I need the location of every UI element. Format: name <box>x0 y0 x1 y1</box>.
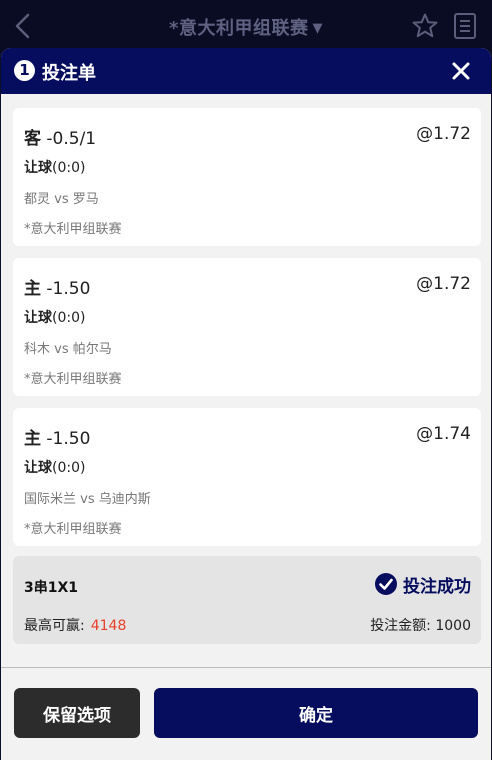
star-icon[interactable] <box>411 12 439 40</box>
bet-slip-panel: 1 投注单 客 -0.5/1 @1.72 让球(0:0) 都灵 vs 罗马 *意… <box>1 48 491 760</box>
bet-slip-title: 投注单 <box>42 63 96 84</box>
bet-type-label: 让球 <box>24 310 52 326</box>
bet-side: 主 <box>24 429 41 449</box>
parlay-combo: 3串1X1 <box>24 580 79 596</box>
bet-side: 主 <box>24 279 41 299</box>
bet-pick: 客 -0.5/1 <box>24 124 96 149</box>
match-away: 帕尔马 <box>72 342 112 357</box>
match-vs: vs <box>50 192 73 207</box>
bet-league: *意大利甲组联赛 <box>24 222 122 237</box>
league-title: *意大利甲组联赛 <box>169 18 309 39</box>
stake-label: 投注金额: <box>370 618 431 634</box>
bet-type-score: (0:0) <box>52 460 86 476</box>
match-home: 科木 <box>24 342 51 357</box>
bet-list: 客 -0.5/1 @1.72 让球(0:0) 都灵 vs 罗马 *意大利甲组联赛… <box>13 108 481 558</box>
bet-line: -1.50 <box>41 429 91 449</box>
success-text: 投注成功 <box>403 576 471 597</box>
confirm-button[interactable]: 确定 <box>154 688 478 738</box>
bet-league: *意大利甲组联赛 <box>24 372 122 387</box>
match-home: 国际米兰 <box>24 492 77 507</box>
bet-line: -1.50 <box>41 279 91 299</box>
bet-odds: @1.74 <box>416 424 471 444</box>
bet-odds: @1.72 <box>416 124 471 144</box>
bet-card: 主 -1.50 @1.74 让球(0:0) 国际米兰 vs 乌迪内斯 *意大利甲… <box>13 408 481 546</box>
match-away: 罗马 <box>72 192 99 207</box>
bet-type-score: (0:0) <box>52 160 86 176</box>
bet-type-label: 让球 <box>24 160 52 176</box>
bet-card: 客 -0.5/1 @1.72 让球(0:0) 都灵 vs 罗马 *意大利甲组联赛 <box>13 108 481 246</box>
bet-odds: @1.72 <box>416 274 471 294</box>
stake-amount: 投注金额: 1000 <box>370 615 471 635</box>
parlay-summary: 3串1X1 投注成功 最高可赢: 4148 投注金额: 1000 <box>13 556 481 644</box>
match-vs: vs <box>76 492 99 507</box>
document-icon[interactable] <box>453 12 477 40</box>
bet-type: 让球(0:0) <box>24 457 85 477</box>
bet-match: 都灵 vs 罗马 <box>24 188 99 207</box>
max-win-value: 4148 <box>90 618 127 634</box>
match-away: 乌迪内斯 <box>98 492 151 507</box>
bet-pick: 主 -1.50 <box>24 424 90 449</box>
bet-count-badge: 1 <box>14 60 35 81</box>
bet-side: 客 <box>24 129 41 149</box>
max-win: 最高可赢: 4148 <box>24 615 126 635</box>
chevron-down-icon: ▼ <box>312 21 323 36</box>
check-circle-icon <box>375 573 397 595</box>
app-header: *意大利甲组联赛 ▼ <box>0 0 492 52</box>
bet-success-status: 投注成功 <box>375 571 471 597</box>
bet-match: 国际米兰 vs 乌迪内斯 <box>24 488 151 507</box>
divider <box>1 667 491 668</box>
bet-line: -0.5/1 <box>41 129 97 149</box>
bet-league: *意大利甲组联赛 <box>24 522 122 537</box>
close-icon[interactable] <box>451 61 471 81</box>
bet-slip-header: 1 投注单 <box>1 48 491 94</box>
match-vs: vs <box>50 342 73 357</box>
bet-type-score: (0:0) <box>52 310 86 326</box>
bet-pick: 主 -1.50 <box>24 274 90 299</box>
max-win-label: 最高可赢: <box>24 618 85 634</box>
bet-type: 让球(0:0) <box>24 157 85 177</box>
bet-card: 主 -1.50 @1.72 让球(0:0) 科木 vs 帕尔马 *意大利甲组联赛 <box>13 258 481 396</box>
bet-type: 让球(0:0) <box>24 307 85 327</box>
bet-match: 科木 vs 帕尔马 <box>24 338 112 357</box>
bet-type-label: 让球 <box>24 460 52 476</box>
match-home: 都灵 <box>24 192 51 207</box>
stake-value: 1000 <box>435 618 471 634</box>
keep-selections-button[interactable]: 保留选项 <box>14 688 140 738</box>
